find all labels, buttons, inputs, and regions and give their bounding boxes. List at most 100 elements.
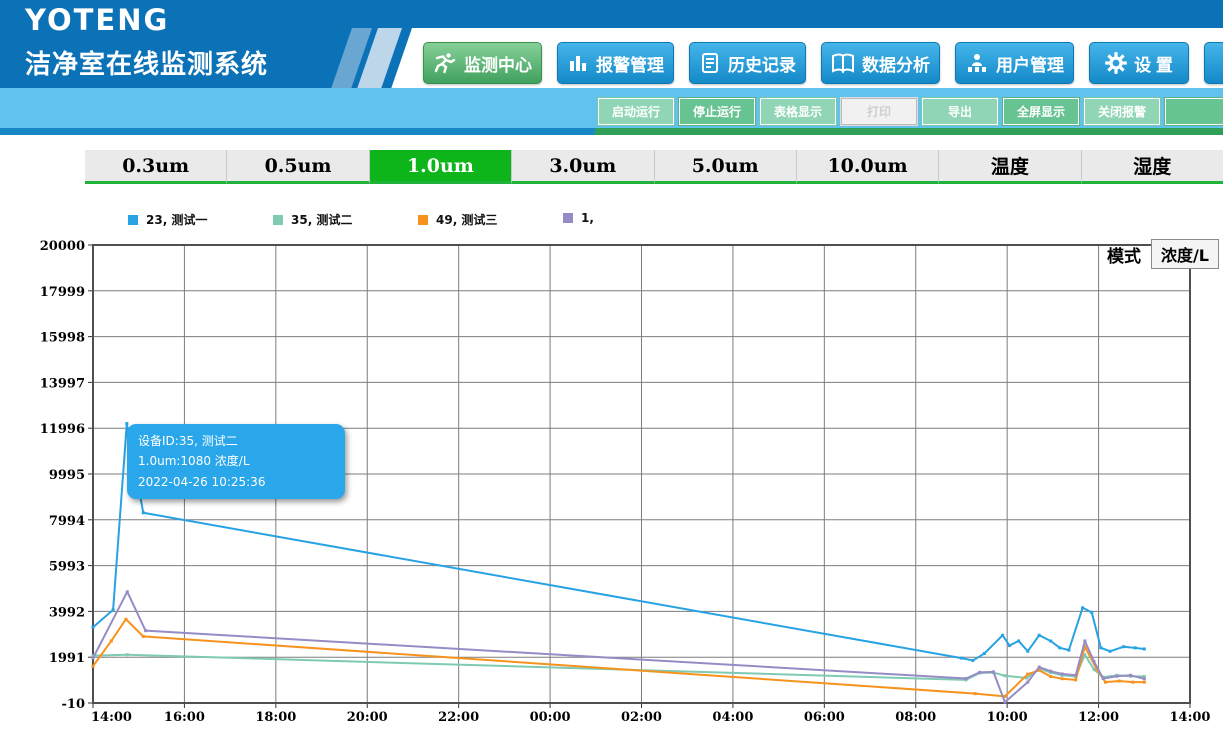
data-point-device-49[interactable] — [109, 639, 113, 643]
y-axis-label: 20000 — [40, 239, 85, 254]
data-point-device-1[interactable] — [1129, 673, 1133, 677]
series-line-device-1[interactable] — [92, 590, 1146, 704]
legend-item-device-1[interactable]: 1, — [563, 211, 594, 225]
mode-value-select[interactable]: 浓度/L — [1150, 239, 1219, 269]
data-point-device-49[interactable] — [973, 692, 977, 696]
data-point-device-49[interactable] — [141, 634, 145, 638]
data-point-device-35[interactable] — [1003, 674, 1007, 678]
x-axis-label: 02:00 — [621, 710, 662, 725]
data-point-device-23[interactable] — [1090, 610, 1094, 614]
chart-tooltip: 设备ID:35, 测试二 1.0um:1080 浓度/L 2022-04-26 … — [127, 424, 345, 500]
legend-label: 49, 测试三 — [436, 213, 498, 227]
data-point-device-23[interactable] — [1058, 646, 1062, 650]
y-axis-label: 11996 — [40, 422, 85, 437]
data-point-device-1[interactable] — [1083, 639, 1087, 643]
data-point-device-23[interactable] — [971, 658, 975, 662]
legend-swatch — [273, 214, 283, 225]
legend-item-device-35[interactable]: 35, 测试二 — [273, 211, 352, 228]
data-point-device-23[interactable] — [1007, 644, 1011, 648]
chart-legend: 23, 测试一 35, 测试二 49, 测试三 1, — [0, 211, 1223, 227]
data-point-device-23[interactable] — [1017, 639, 1021, 643]
tooltip-device-line: 设备ID:35, 测试二 — [138, 434, 238, 448]
data-point-device-1[interactable] — [964, 677, 968, 681]
legend-swatch — [128, 214, 138, 225]
data-point-device-23[interactable] — [1026, 649, 1030, 653]
data-point-device-49[interactable] — [1142, 680, 1146, 684]
data-point-device-23[interactable] — [1133, 646, 1137, 650]
x-axis-label: 00:00 — [530, 710, 571, 725]
data-point-device-23[interactable] — [91, 625, 95, 629]
data-point-device-23[interactable] — [1122, 645, 1126, 649]
x-axis-label: 08:00 — [895, 710, 936, 725]
y-axis-label: 5993 — [49, 560, 85, 575]
tooltip-value-line: 1.0um:1080 浓度/L — [138, 454, 250, 469]
app-window: YOTENG 洁净室在线监测系统 监测中心 报警管理 历史记录 数据分析 用户管… — [0, 0, 1223, 739]
data-point-device-1[interactable] — [1026, 680, 1030, 684]
legend-label: 1, — [581, 211, 594, 225]
mode-selector: 模式 浓度/L — [1107, 239, 1219, 269]
legend-swatch — [418, 214, 428, 225]
data-point-device-49[interactable] — [1074, 678, 1078, 682]
data-point-device-23[interactable] — [141, 511, 145, 515]
legend-label: 23, 测试一 — [146, 213, 208, 227]
data-point-device-1[interactable] — [125, 590, 129, 594]
y-axis-label: -10 — [62, 697, 86, 712]
data-point-device-1[interactable] — [1115, 674, 1119, 678]
data-point-device-23[interactable] — [1037, 633, 1041, 637]
data-point-device-1[interactable] — [1060, 672, 1064, 676]
y-axis-label: 17999 — [40, 285, 85, 300]
x-axis-label: 14:00 — [91, 710, 132, 725]
data-point-device-23[interactable] — [1049, 639, 1053, 643]
data-point-device-1[interactable] — [1074, 673, 1078, 677]
data-point-device-49[interactable] — [1103, 680, 1107, 684]
data-point-device-1[interactable] — [1003, 700, 1007, 704]
x-axis-label: 06:00 — [804, 710, 845, 725]
legend-item-device-23[interactable]: 23, 测试一 — [128, 211, 207, 228]
data-point-device-23[interactable] — [111, 608, 115, 612]
data-point-device-23[interactable] — [982, 652, 986, 656]
y-axis-label: 3992 — [49, 605, 85, 620]
y-axis-label: 15998 — [40, 331, 85, 346]
data-point-device-49[interactable] — [1026, 672, 1030, 676]
x-axis-label: 16:00 — [164, 710, 205, 725]
mode-label: 模式 — [1106, 246, 1141, 267]
y-axis-label: 13997 — [40, 376, 85, 391]
data-point-device-1[interactable] — [991, 670, 995, 674]
legend-item-device-49[interactable]: 49, 测试三 — [418, 211, 497, 228]
data-point-device-35[interactable] — [125, 653, 129, 657]
data-point-device-23[interactable] — [1099, 646, 1103, 650]
x-axis-label: 18:00 — [255, 710, 296, 725]
y-axis-label: 9995 — [49, 468, 85, 483]
y-axis-label: 7994 — [49, 514, 85, 529]
data-point-device-23[interactable] — [1081, 606, 1085, 610]
data-point-device-1[interactable] — [1092, 660, 1096, 664]
x-axis-label: 22:00 — [438, 710, 479, 725]
data-point-device-1[interactable] — [144, 629, 148, 633]
tooltip-time-line: 2022-04-26 10:25:36 — [138, 474, 266, 489]
y-axis-label: 1991 — [49, 651, 85, 666]
x-axis-label: 10:00 — [987, 710, 1028, 725]
data-point-device-49[interactable] — [91, 664, 95, 668]
legend-label: 35, 测试二 — [291, 213, 353, 227]
data-point-device-1[interactable] — [978, 670, 982, 674]
data-point-device-49[interactable] — [1131, 680, 1135, 684]
data-point-device-23[interactable] — [1001, 633, 1005, 637]
data-point-device-23[interactable] — [959, 656, 963, 660]
data-point-device-1[interactable] — [91, 656, 95, 660]
data-point-device-49[interactable] — [1049, 674, 1053, 678]
data-point-device-1[interactable] — [1142, 677, 1146, 681]
data-point-device-23[interactable] — [1108, 649, 1112, 653]
x-axis-label: 20:00 — [347, 710, 388, 725]
chart-svg: -10 1991 3992 5993 7994 9995 11996 13997 15998 17… — [40, 239, 1211, 725]
data-point-device-49[interactable] — [124, 617, 128, 621]
data-point-device-1[interactable] — [1101, 677, 1105, 681]
data-point-device-49[interactable] — [1117, 679, 1121, 683]
data-point-device-23[interactable] — [125, 422, 129, 426]
data-point-device-1[interactable] — [1037, 665, 1041, 669]
x-axis-label: 14:00 — [1170, 710, 1211, 725]
legend-swatch — [563, 213, 573, 223]
data-point-device-23[interactable] — [1067, 648, 1071, 652]
data-point-device-23[interactable] — [1142, 647, 1146, 651]
data-point-device-1[interactable] — [1049, 669, 1053, 673]
data-point-device-49[interactable] — [1060, 677, 1064, 681]
